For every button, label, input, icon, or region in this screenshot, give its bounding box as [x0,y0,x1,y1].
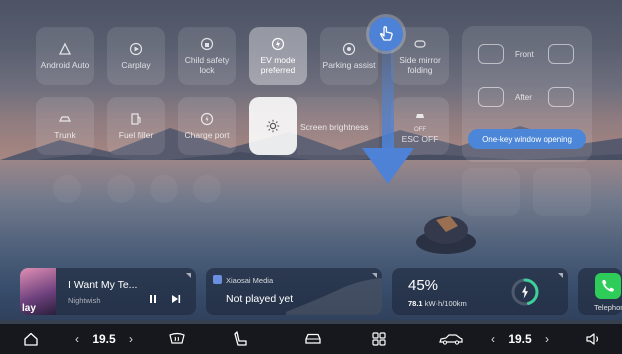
one-key-window-button[interactable]: One-key window opening [468,129,586,149]
tile-label: Carplay [121,60,151,70]
trunk-icon [59,116,71,122]
faded-control[interactable] [533,168,591,216]
telephone-card[interactable]: Telephone [578,268,622,315]
tile-android-auto[interactable]: Android Auto [36,27,94,85]
gesture-hand-icon [369,17,403,51]
tile-trunk[interactable]: Trunk [36,97,94,155]
child-lock-icon [200,37,214,51]
parking-assist-icon [342,42,356,56]
consumption-value: 78.1 [408,299,423,308]
car-front-icon[interactable] [300,324,326,354]
energy-card[interactable]: 45% 78.1 kW·h/100km [392,268,568,315]
media-status: Not played yet [226,293,294,305]
tile-label: Charge port [184,130,230,140]
tile-label: Android Auto [40,60,90,70]
tile-label: EV mode preferred [260,55,296,75]
media-source: Xiaosai Media [226,276,274,285]
front-right-window-button[interactable] [548,44,574,64]
rear-defrost-icon[interactable] [164,324,190,354]
rear-left-window-button[interactable] [478,87,504,107]
xiaosai-media-card[interactable]: Xiaosai Media Not played yet [206,268,382,315]
faded-control[interactable] [107,175,135,203]
album-art: lay [20,268,56,315]
apps-grid-icon[interactable] [366,324,392,354]
tile-label: Trunk [54,130,76,140]
artist-name: Nightwish [68,296,101,305]
brightness-slider-handle[interactable] [249,97,297,155]
rear-right-window-button[interactable] [548,87,574,107]
home-icon[interactable] [18,324,44,354]
song-title: I Want My Te... [68,279,138,291]
tile-child-safety-lock[interactable]: Child safety lock [178,27,236,85]
next-track-icon[interactable] [171,294,181,304]
charge-bolt-icon [522,285,528,299]
left-temp-up-button[interactable]: › [124,324,138,354]
album-tag: lay [22,303,36,314]
faded-control[interactable] [53,175,81,203]
sun-icon [266,119,280,133]
tile-label: Fuel filler [118,130,154,140]
charge-port-icon [200,112,214,126]
right-temp-up-button[interactable]: › [540,324,554,354]
tile-fuel-filler[interactable]: Fuel filler [107,97,165,155]
battery-percent: 45% [408,277,439,294]
expand-corner-icon [372,273,377,278]
battery-ring [511,278,539,306]
music-card[interactable]: lay I Want My Te... Nightwish [20,268,196,315]
right-temperature: 19.5 [508,332,532,346]
car-silhouette [286,278,382,315]
swipe-down-arrow [362,40,414,184]
phone-icon [595,273,621,299]
tile-charge-port[interactable]: Charge port [178,97,236,155]
telephone-label: Telephone [594,303,622,312]
after-label: After [515,93,532,102]
brightness-label: Screen brightness [300,122,369,132]
tile-carplay[interactable]: Carplay [107,27,165,85]
consumption-unit: kW·h/100km [424,299,467,308]
expand-corner-icon [558,273,563,278]
ev-mode-icon [271,37,285,51]
expand-corner-icon [186,273,191,278]
pause-icon[interactable] [148,294,158,304]
bottom-dock: ‹ 19.5 › ‹ 19.5 › [0,324,622,354]
right-temp-down-button[interactable]: ‹ [486,324,500,354]
seat-icon[interactable] [228,324,254,354]
faded-control[interactable] [193,175,221,203]
tile-label: Child safety lock [184,55,230,75]
left-temperature: 19.5 [92,332,116,346]
android-auto-icon [58,42,72,55]
energy-consumption: 78.1 kW·h/100km [408,299,467,308]
left-temp-down-button[interactable]: ‹ [70,324,84,354]
fuel-filler-icon [131,113,141,125]
car-side-icon[interactable] [436,324,466,354]
tile-ev-mode-preferred[interactable]: EV mode preferred [249,27,307,85]
front-left-window-button[interactable] [478,44,504,64]
media-source-icon [213,275,222,284]
faded-control[interactable] [150,175,178,203]
carplay-icon [129,42,143,56]
faded-control[interactable] [462,168,520,216]
volume-icon[interactable] [580,324,606,354]
front-label: Front [515,50,534,59]
